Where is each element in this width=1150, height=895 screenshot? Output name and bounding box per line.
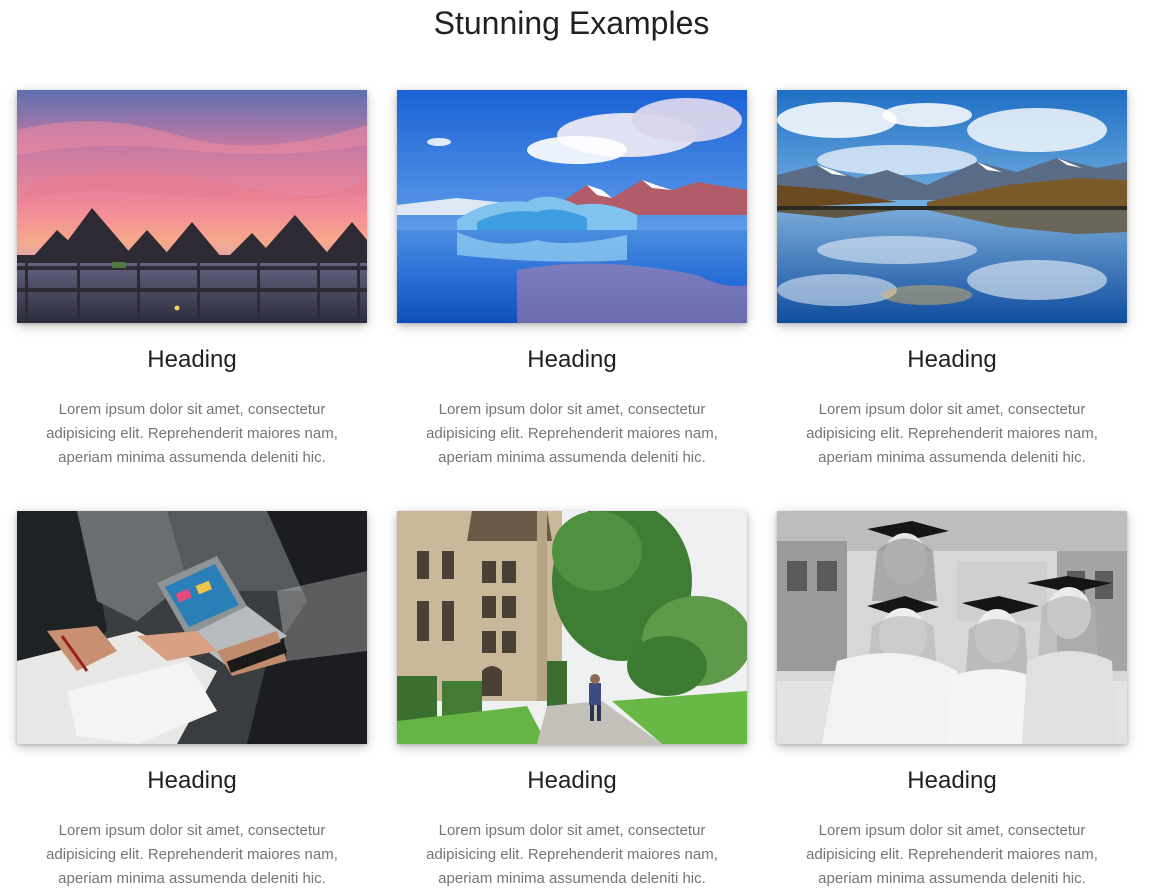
- card-heading: Heading: [527, 767, 617, 794]
- card-image[interactable]: [17, 90, 367, 323]
- card-image[interactable]: [17, 511, 367, 744]
- card-image[interactable]: [397, 90, 747, 323]
- card-text: Lorem ipsum dolor sit amet, consectetur …: [46, 822, 338, 887]
- page-title: Stunning Examples: [433, 5, 710, 41]
- college-campus-walkway-photo: [397, 511, 747, 744]
- card-heading: Heading: [527, 346, 617, 373]
- team-meeting-laptop-photo: [17, 511, 367, 744]
- graduates-caps-bw-photo: [777, 511, 1127, 744]
- card-image[interactable]: [777, 511, 1127, 744]
- card-heading: Heading: [147, 767, 237, 794]
- card-text: Lorem ipsum dolor sit amet, consectetur …: [806, 822, 1098, 887]
- card-text: Lorem ipsum dolor sit amet, consectetur …: [426, 401, 718, 466]
- card-heading: Heading: [907, 767, 997, 794]
- card-image[interactable]: [777, 90, 1127, 323]
- card-image[interactable]: [397, 511, 747, 744]
- glacier-iceberg-lake-photo: [397, 90, 747, 323]
- mountain-lake-reflection-photo: [777, 90, 1127, 323]
- sunset-overwater-bungalows-photo: [17, 90, 367, 323]
- card-heading: Heading: [147, 346, 237, 373]
- card-heading: Heading: [907, 346, 997, 373]
- card-text: Lorem ipsum dolor sit amet, consectetur …: [806, 401, 1098, 466]
- card-text: Lorem ipsum dolor sit amet, consectetur …: [426, 822, 718, 887]
- card-text: Lorem ipsum dolor sit amet, consectetur …: [46, 401, 338, 466]
